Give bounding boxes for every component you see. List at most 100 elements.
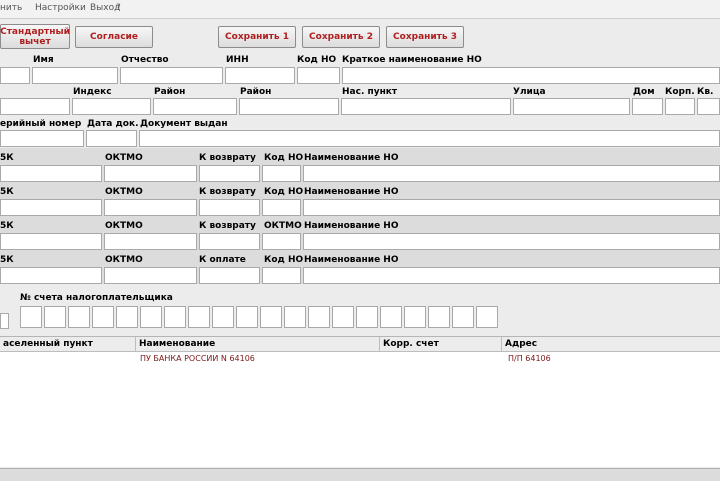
account-digit-box[interactable] <box>236 306 258 328</box>
refund-amount-field[interactable] <box>199 233 260 250</box>
tax-office-code-field[interactable] <box>262 267 301 284</box>
tax-office-code-field[interactable] <box>262 165 301 182</box>
account-digit-box[interactable] <box>68 306 90 328</box>
kbk-field[interactable] <box>0 233 102 250</box>
tax-office-name-label: Наименование НО <box>304 153 399 163</box>
kbk-field[interactable] <box>0 199 102 216</box>
oktmo-field[interactable] <box>104 233 197 250</box>
district-label: Район <box>154 87 186 97</box>
kbk-field[interactable] <box>0 267 102 284</box>
oktmo-label: ОКТМО <box>105 187 143 197</box>
kbk-label: 5К <box>0 255 14 265</box>
oktmo-label: ОКТМО <box>105 221 143 231</box>
refund-amount-field[interactable] <box>199 165 260 182</box>
oktmo-field[interactable] <box>104 267 197 284</box>
standard-deduction-button[interactable]: Стандартный вычет <box>0 24 70 49</box>
region-field[interactable] <box>0 98 70 115</box>
tax-office-code-field[interactable] <box>297 67 340 84</box>
menu-bar: нить Настройки Выход ? <box>0 0 720 19</box>
kbk-field[interactable] <box>0 165 102 182</box>
city-field[interactable] <box>239 98 339 115</box>
building-label: Корп. <box>665 87 695 97</box>
column-header-address[interactable]: Адрес <box>502 337 720 352</box>
kbk-label: 5К <box>0 153 14 163</box>
payment-amount-label: К оплате <box>199 255 246 265</box>
document-date-field[interactable] <box>86 130 137 147</box>
building-field[interactable] <box>665 98 695 115</box>
tax-office-code-field[interactable] <box>262 199 301 216</box>
tax-office-short-name-field[interactable] <box>342 67 720 84</box>
patronymic-label: Отчество <box>121 55 169 65</box>
account-digit-box[interactable] <box>140 306 162 328</box>
kbk-label: 5К <box>0 221 14 231</box>
tax-office-code-label: Код НО <box>264 153 304 163</box>
menu-item-print[interactable]: нить <box>0 3 22 13</box>
serial-number-field[interactable] <box>0 130 84 147</box>
kbk-label: 5К <box>0 187 14 197</box>
district-2-label: Район <box>240 87 272 97</box>
cell-address: П/П 64106 <box>508 354 551 363</box>
account-digit-box[interactable] <box>260 306 282 328</box>
account-digit-box[interactable] <box>44 306 66 328</box>
account-number-label: № счета налогоплательщика <box>20 293 173 303</box>
account-digit-box[interactable] <box>404 306 426 328</box>
tax-office-name-field[interactable] <box>303 199 720 216</box>
document-date-label: Дата док. <box>87 119 139 129</box>
last-name-field[interactable] <box>0 67 30 84</box>
flat-label: Кв. <box>697 87 714 97</box>
document-issued-field[interactable] <box>139 130 720 147</box>
street-field[interactable] <box>513 98 630 115</box>
account-digit-box[interactable] <box>20 306 42 328</box>
column-header-settlement[interactable]: аселенный пункт <box>0 337 136 352</box>
tax-office-name-field[interactable] <box>303 267 720 284</box>
oktmo-field[interactable] <box>104 199 197 216</box>
house-field[interactable] <box>632 98 663 115</box>
tax-office-code-label: Код НО <box>297 55 337 65</box>
account-digit-box[interactable] <box>356 306 378 328</box>
save-1-button[interactable]: Сохранить 1 <box>218 26 296 48</box>
status-bar <box>0 468 720 481</box>
inn-field[interactable] <box>225 67 295 84</box>
district-field[interactable] <box>153 98 237 115</box>
postal-index-label: Индекс <box>73 87 112 97</box>
account-digit-box[interactable] <box>284 306 306 328</box>
patronymic-field[interactable] <box>120 67 223 84</box>
document-issued-label: Документ выдан <box>140 119 228 129</box>
payment-amount-field[interactable] <box>199 267 260 284</box>
account-digit-box[interactable] <box>452 306 474 328</box>
inn-label: ИНН <box>226 55 249 65</box>
column-header-name[interactable]: Наименование <box>136 337 380 352</box>
street-label: Улица <box>513 87 546 97</box>
save-2-button[interactable]: Сохранить 2 <box>302 26 380 48</box>
column-header-corr-account[interactable]: Корр. счет <box>380 337 502 352</box>
tax-office-name-field[interactable] <box>303 165 720 182</box>
oktmo-field[interactable] <box>104 165 197 182</box>
account-digit-box[interactable] <box>212 306 234 328</box>
account-digit-box[interactable] <box>92 306 114 328</box>
account-digit-box[interactable] <box>428 306 450 328</box>
refund-amount-field[interactable] <box>199 199 260 216</box>
save-3-button[interactable]: Сохранить 3 <box>386 26 464 48</box>
account-digit-box[interactable] <box>188 306 210 328</box>
oktmo-2-field[interactable] <box>262 233 301 250</box>
flat-field[interactable] <box>697 98 720 115</box>
menu-item-settings[interactable]: Настройки <box>35 3 86 13</box>
account-digit-box[interactable] <box>476 306 498 328</box>
refund-amount-label: К возврату <box>199 187 256 197</box>
postal-index-field[interactable] <box>72 98 151 115</box>
consent-button[interactable]: Согласие <box>75 26 153 48</box>
account-digit-box[interactable] <box>308 306 330 328</box>
account-digit-box[interactable] <box>116 306 138 328</box>
account-digit-box[interactable] <box>332 306 354 328</box>
bik-field[interactable] <box>0 313 9 329</box>
settlement-field[interactable] <box>341 98 511 115</box>
menu-item-help[interactable]: ? <box>116 3 121 13</box>
account-digit-box[interactable] <box>164 306 186 328</box>
first-name-field[interactable] <box>32 67 118 84</box>
oktmo-label: ОКТМО <box>105 153 143 163</box>
first-name-label: Имя <box>33 55 54 65</box>
account-digit-box[interactable] <box>380 306 402 328</box>
tax-office-code-label: Код НО <box>264 187 304 197</box>
tax-office-name-field[interactable] <box>303 233 720 250</box>
bank-table: аселенный пункт Наименование Корр. счет … <box>0 336 720 467</box>
